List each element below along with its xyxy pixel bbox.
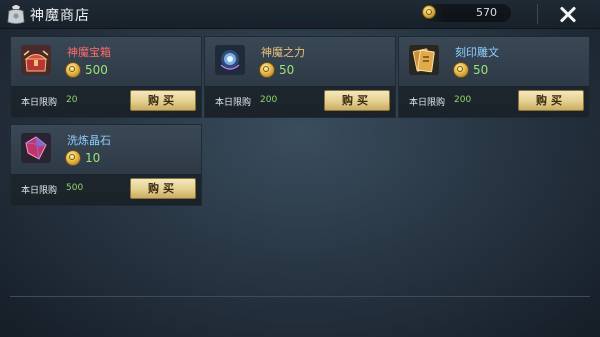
bag-icon <box>7 5 25 24</box>
card-footer: 本日限购 20 购买 <box>11 86 201 117</box>
shop-item-card: 洗炼晶石 10 本日限购 500 购买 <box>10 124 202 206</box>
gold-coin-icon <box>453 62 469 78</box>
item-name: 洗炼晶石 <box>67 134 111 147</box>
buy-button[interactable]: 购买 <box>130 90 196 111</box>
item-price: 50 <box>473 63 489 77</box>
gold-coin-icon <box>259 62 275 78</box>
divider <box>537 4 538 24</box>
crystal-icon <box>21 133 51 163</box>
card-footer: 本日限购 200 购买 <box>205 86 395 117</box>
item-price: 10 <box>85 151 101 165</box>
gold-coin-icon <box>65 150 81 166</box>
top-bar: 神魔商店 570 <box>0 0 600 29</box>
rune-card-icon <box>409 45 439 75</box>
daily-limit-value: 200 <box>260 95 278 105</box>
price-row: 50 <box>259 62 294 78</box>
gold-coin-icon <box>422 5 436 19</box>
daily-limit-value: 200 <box>454 95 472 105</box>
buy-button[interactable]: 购买 <box>518 90 584 111</box>
treasure-chest-icon <box>21 45 51 75</box>
item-price: 500 <box>85 63 108 77</box>
daily-limit-label: 本日限购 <box>215 98 252 108</box>
daily-limit-value: 500 <box>66 183 84 193</box>
buy-button[interactable]: 购买 <box>324 90 390 111</box>
shop-item-card: 神魔之力 50 本日限购 200 购买 <box>204 36 396 118</box>
buy-button[interactable]: 购买 <box>130 178 196 199</box>
currency-amount: 570 <box>476 6 497 19</box>
card-footer: 本日限购 500 购买 <box>11 174 201 205</box>
daily-limit-label: 本日限购 <box>21 98 58 108</box>
currency-display: 570 <box>421 4 511 22</box>
shop-item-card: 刻印雕文 50 本日限购 200 购买 <box>398 36 590 118</box>
close-icon[interactable] <box>556 2 580 26</box>
item-price: 50 <box>279 63 295 77</box>
price-row: 500 <box>65 62 108 78</box>
card-footer: 本日限购 200 购买 <box>399 86 589 117</box>
item-name: 神魔宝箱 <box>67 46 111 59</box>
gold-coin-icon <box>65 62 81 78</box>
price-row: 10 <box>65 150 100 166</box>
item-name: 刻印雕文 <box>455 46 499 59</box>
daily-limit-value: 20 <box>66 95 78 105</box>
item-name: 神魔之力 <box>261 46 305 59</box>
price-row: 50 <box>453 62 488 78</box>
daily-limit-label: 本日限购 <box>21 186 58 196</box>
divider <box>10 296 590 297</box>
daily-limit-label: 本日限购 <box>409 98 446 108</box>
magic-orb-icon <box>215 45 245 75</box>
shop-item-card: 神魔宝箱 500 本日限购 20 购买 <box>10 36 202 118</box>
page-title: 神魔商店 <box>30 8 90 24</box>
